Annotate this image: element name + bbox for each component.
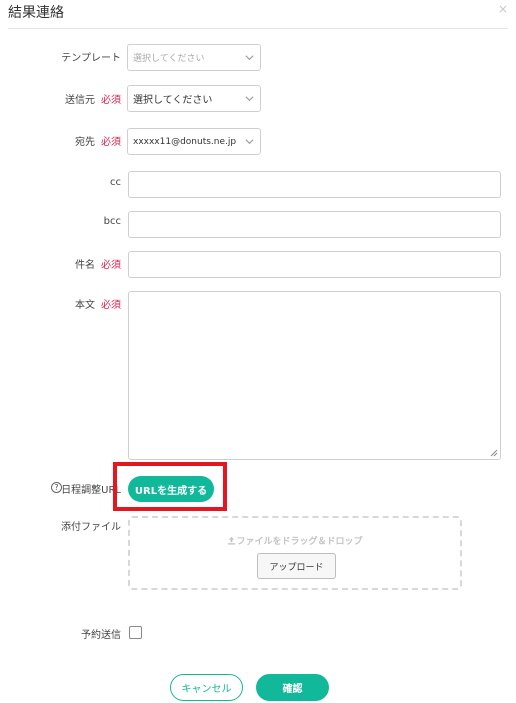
scheduled-send-checkbox[interactable]	[129, 626, 142, 639]
upload-button[interactable]: アップロード	[257, 553, 336, 579]
body-label: 本文 必須	[75, 300, 121, 311]
attachment-label: 添付ファイル	[61, 522, 121, 533]
recipient-select[interactable]: xxxxx11@donuts.ne.jp	[127, 128, 261, 155]
bcc-label: bcc	[103, 216, 121, 227]
chevron-down-icon	[245, 55, 254, 61]
file-dropzone[interactable]: ファイルをドラッグ＆ドロップ アップロード	[128, 516, 462, 590]
resize-grip-icon[interactable]	[490, 449, 498, 457]
drop-text: ファイルをドラッグ＆ドロップ	[130, 534, 460, 547]
body-textarea[interactable]	[128, 291, 501, 460]
scheduled-send-label: 予約送信	[81, 630, 121, 641]
required-badge: 必須	[101, 300, 121, 311]
required-badge: 必須	[101, 260, 121, 271]
template-label: テンプレート	[61, 53, 121, 64]
close-icon[interactable]: ×	[498, 2, 508, 16]
title-divider	[8, 28, 508, 29]
sender-label: 送信元 必須	[65, 95, 121, 106]
confirm-button[interactable]: 確認	[256, 674, 329, 701]
subject-label: 件名 必須	[75, 260, 121, 271]
template-select-value: 選択してください	[133, 54, 205, 64]
cc-label: cc	[110, 177, 121, 188]
recipient-select-value: xxxxx11@donuts.ne.jp	[133, 136, 237, 147]
sender-select[interactable]: 選択してください	[127, 85, 261, 112]
required-badge: 必須	[101, 137, 121, 148]
cc-input[interactable]	[128, 171, 501, 198]
recipient-label: 宛先 必須	[75, 137, 121, 148]
chevron-down-icon	[245, 139, 254, 145]
template-select[interactable]: 選択してください	[127, 44, 261, 71]
required-badge: 必須	[101, 95, 121, 106]
dialog-title: 結果連絡	[8, 5, 64, 21]
sender-select-value: 選択してください	[133, 95, 213, 106]
highlight-box	[113, 462, 227, 511]
cancel-button[interactable]: キャンセル	[170, 674, 243, 701]
chevron-down-icon	[245, 96, 254, 102]
subject-input[interactable]	[128, 251, 501, 278]
bcc-input[interactable]	[128, 211, 501, 238]
